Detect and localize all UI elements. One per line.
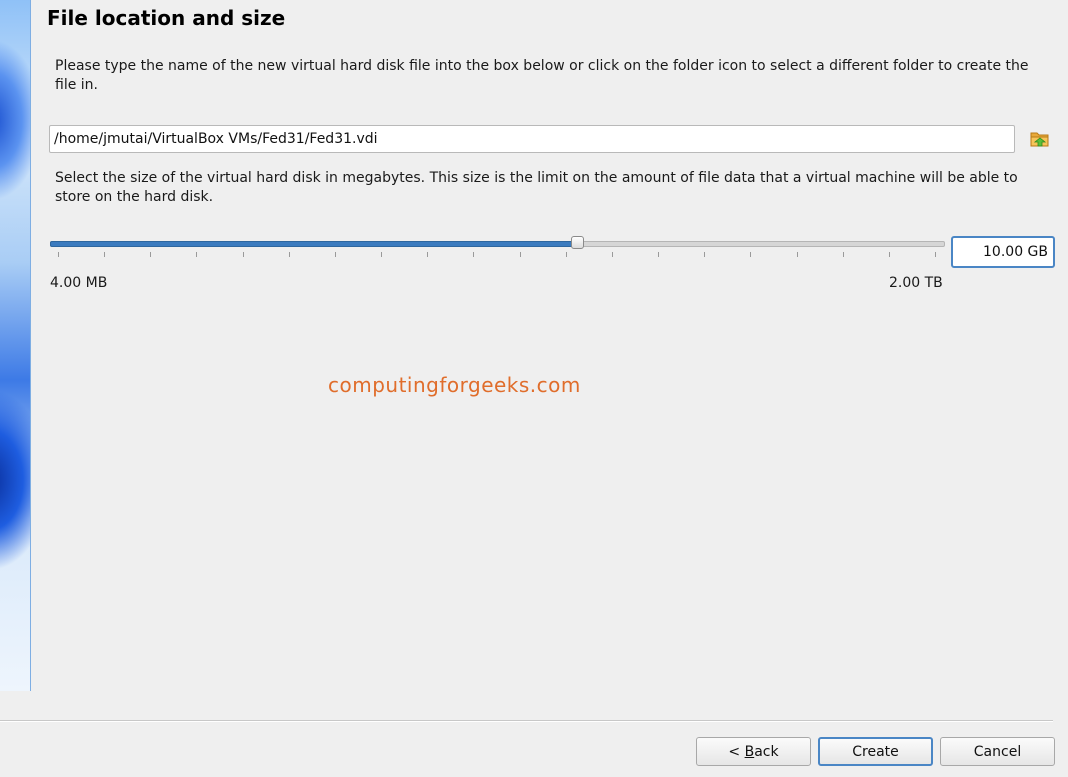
slider-tick xyxy=(889,252,890,257)
size-description: Select the size of the virtual hard disk… xyxy=(55,170,1018,205)
disk-size-input[interactable] xyxy=(951,236,1055,268)
back-prefix: < xyxy=(728,743,745,760)
slider-ticks xyxy=(50,252,943,258)
slider-tick xyxy=(196,252,197,257)
back-rest: ack xyxy=(754,743,779,760)
slider-tick xyxy=(750,252,751,257)
button-separator xyxy=(0,720,1053,722)
slider-tick xyxy=(797,252,798,257)
slider-tick xyxy=(58,252,59,257)
page-title: File location and size xyxy=(47,6,286,30)
slider-tick xyxy=(658,252,659,257)
slider-tick xyxy=(612,252,613,257)
slider-tick xyxy=(935,252,936,257)
slider-tick xyxy=(843,252,844,257)
slider-tick xyxy=(150,252,151,257)
file-path-input[interactable] xyxy=(49,125,1015,153)
slider-handle[interactable] xyxy=(571,236,584,249)
slider-tick xyxy=(704,252,705,257)
slider-tick xyxy=(473,252,474,257)
slider-tick xyxy=(289,252,290,257)
wizard-side-image xyxy=(0,0,31,691)
slider-tick xyxy=(427,252,428,257)
size-max-label: 2.00 TB xyxy=(889,275,943,291)
size-min-label: 4.00 MB xyxy=(50,275,108,291)
cancel-button[interactable]: Cancel xyxy=(940,737,1055,766)
slider-tick xyxy=(381,252,382,257)
create-button[interactable]: Create xyxy=(818,737,933,766)
slider-tick xyxy=(243,252,244,257)
back-mnemonic: B xyxy=(744,743,755,760)
watermark-text: computingforgeeks.com xyxy=(328,373,581,397)
back-button[interactable]: < Back xyxy=(696,737,811,766)
slider-tick xyxy=(335,252,336,257)
slider-tick xyxy=(104,252,105,257)
folder-icon xyxy=(1030,130,1050,152)
disk-size-slider[interactable] xyxy=(50,233,945,259)
location-description: Please type the name of the new virtual … xyxy=(55,58,1029,93)
select-folder-button[interactable] xyxy=(1027,128,1053,154)
slider-tick xyxy=(566,252,567,257)
slider-fill xyxy=(50,241,579,247)
slider-tick xyxy=(520,252,521,257)
